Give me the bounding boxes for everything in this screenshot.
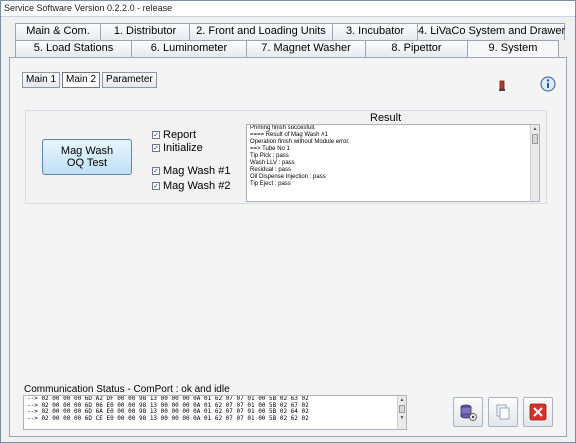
mag-wash-oq-test-button[interactable]: Mag Wash OQ Test <box>42 139 132 175</box>
tab-main-com[interactable]: Main & Com. <box>15 23 101 40</box>
scroll-thumb[interactable] <box>532 134 538 144</box>
tab-distributor[interactable]: 1. Distributor <box>100 23 190 40</box>
result-log[interactable]: Priming finish succesfull. ==== Result o… <box>246 124 540 202</box>
options-checklist: ✓ Report ✓ Initialize ✓ Mag Wash #1 ✓ Ma… <box>152 129 230 193</box>
database-export-button[interactable] <box>453 397 483 427</box>
tab-luminometer[interactable]: 6. Luminometer <box>131 40 247 57</box>
result-scrollbar[interactable]: ▲ <box>530 125 539 201</box>
tab-livaco[interactable]: 4. LiVaCo System and Drawer <box>417 23 565 40</box>
result-line: Tip Pick : pass <box>250 153 289 159</box>
communication-status: Communication Status - ComPort : ok and … <box>24 384 230 395</box>
tab-incubator[interactable]: 3. Incubator <box>332 23 418 40</box>
tab-load-stations[interactable]: 5. Load Stations <box>15 40 132 57</box>
result-line: Tip Eject : pass <box>250 181 291 187</box>
subtab-parameter[interactable]: Parameter <box>102 72 157 88</box>
database-icon <box>460 404 477 421</box>
system-tab-panel: Main 1 Main 2 Parameter Mag Wash OQ Test <box>9 57 567 437</box>
initialize-checkbox[interactable]: ✓ Initialize <box>152 142 230 155</box>
mag-wash-1-checkbox[interactable]: ✓ Mag Wash #1 <box>152 165 230 178</box>
result-line: Residual : pass <box>250 167 292 173</box>
mag-wash-2-label: Mag Wash #2 <box>163 180 231 192</box>
checkmark-icon: ✓ <box>152 182 160 190</box>
report-checkbox[interactable]: ✓ Report <box>152 129 230 142</box>
report-label: Report <box>163 129 197 141</box>
tab-front-loading[interactable]: 2. Front and Loading Units <box>189 23 333 40</box>
comm-line: --> 02 00 00 00 6D CE E0 00 00 98 13 00 … <box>27 414 309 422</box>
result-line: ==> Tube No 1 <box>250 146 290 152</box>
mag-wash-button-line2: OQ Test <box>66 157 108 169</box>
info-icon[interactable] <box>540 76 556 92</box>
subtab-main-1[interactable]: Main 1 <box>22 72 61 88</box>
initialize-label: Initialize <box>163 142 203 154</box>
mag-wash-button-line1: Mag Wash <box>60 145 114 157</box>
checkmark-icon: ✓ <box>152 167 160 175</box>
copy-icon <box>496 404 510 420</box>
window-title: Service Software Version 0.2.2.0 - relea… <box>1 1 575 17</box>
result-label: Result <box>370 112 402 124</box>
checkmark-icon: ✓ <box>152 131 160 139</box>
tab-row-1: Main & Com. 1. Distributor 2. Front and … <box>15 23 565 40</box>
scroll-up-icon[interactable]: ▲ <box>531 125 539 133</box>
subtab-bar: Main 1 Main 2 Parameter <box>22 72 159 88</box>
result-line: Operation finish without Module error. <box>250 139 350 145</box>
subtab-main-2[interactable]: Main 2 <box>62 72 101 88</box>
tab-pipettor[interactable]: 8. Pipettor <box>365 40 468 57</box>
scroll-down-icon[interactable]: ▼ <box>398 414 406 422</box>
scroll-up-icon[interactable]: ▲ <box>398 396 406 404</box>
checkmark-icon: ✓ <box>152 144 160 152</box>
app-window: Service Software Version 0.2.2.0 - relea… <box>0 0 576 443</box>
mag-wash-2-checkbox[interactable]: ✓ Mag Wash #2 <box>152 180 230 193</box>
copy-button[interactable] <box>488 397 518 427</box>
result-line: Oil Dispense Injection : pass <box>250 174 326 180</box>
tab-row-2: 5. Load Stations 6. Luminometer 7. Magne… <box>15 40 559 58</box>
tab-magnet-washer[interactable]: 7. Magnet Washer <box>246 40 366 57</box>
record-icon[interactable] <box>494 78 510 94</box>
close-icon <box>529 403 547 421</box>
scroll-thumb[interactable] <box>399 405 405 413</box>
close-button[interactable] <box>523 397 553 427</box>
communication-log[interactable]: --> 02 00 00 00 6D A2 DF 00 00 98 13 00 … <box>23 395 407 430</box>
mag-wash-group: Mag Wash OQ Test ✓ Report ✓ Initialize ✓… <box>25 110 547 204</box>
result-line: ==== Result of Mag Wash #1 <box>250 132 328 138</box>
result-line: Priming finish succesfull. <box>250 125 316 131</box>
mag-wash-1-label: Mag Wash #1 <box>163 165 231 177</box>
comm-scrollbar[interactable]: ▲ ▼ <box>397 396 406 429</box>
tab-system[interactable]: 9. System <box>467 40 559 58</box>
result-line: Wash LLV : pass <box>250 160 295 166</box>
